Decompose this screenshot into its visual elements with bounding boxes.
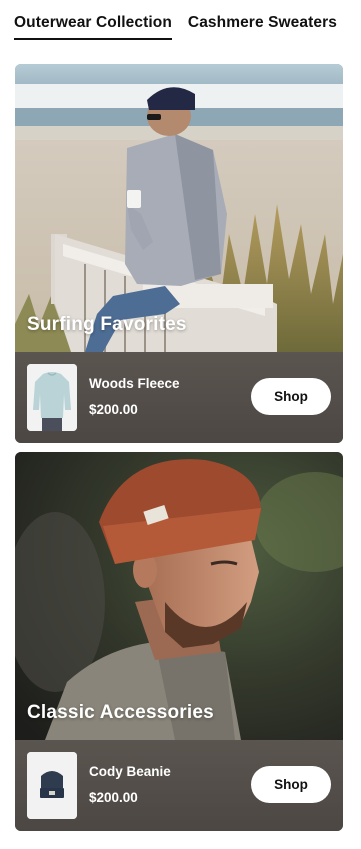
shop-button[interactable]: Shop: [251, 378, 331, 415]
collection-tabs: Outerwear Collection Cashmere Sweaters: [0, 0, 361, 44]
tab-outerwear-collection[interactable]: Outerwear Collection: [14, 0, 172, 40]
collection-card-accessories[interactable]: Classic Accessories Cody Beanie $200.00 …: [15, 452, 343, 831]
hero-image-beach[interactable]: Surfing Favorites: [15, 64, 343, 352]
collection-card-surfing[interactable]: Surfing Favorites Woods Fleece $200.00 S…: [15, 64, 343, 443]
product-thumbnail[interactable]: [27, 752, 77, 819]
hero-title: Surfing Favorites: [27, 314, 187, 335]
tab-cashmere-sweaters[interactable]: Cashmere Sweaters: [188, 0, 337, 40]
product-name[interactable]: Woods Fleece: [89, 376, 180, 391]
product-thumbnail[interactable]: [27, 364, 77, 431]
product-name[interactable]: Cody Beanie: [89, 764, 171, 779]
product-bar: Woods Fleece $200.00 Shop: [15, 352, 343, 443]
shop-button[interactable]: Shop: [251, 766, 331, 803]
product-price: $200.00: [89, 402, 138, 417]
hero-title: Classic Accessories: [27, 702, 214, 723]
product-bar: Cody Beanie $200.00 Shop: [15, 740, 343, 831]
hero-image-beanie-portrait[interactable]: Classic Accessories: [15, 452, 343, 740]
product-price: $200.00: [89, 790, 138, 805]
